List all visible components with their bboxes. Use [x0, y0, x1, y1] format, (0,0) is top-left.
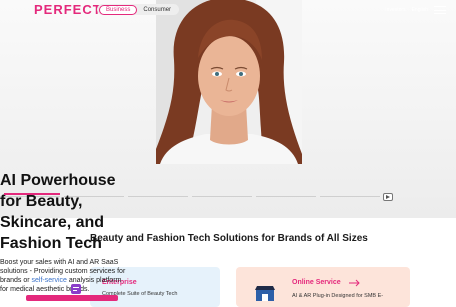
- perfect-logo[interactable]: PERFECT: [34, 2, 102, 17]
- arrow-right-icon: [349, 279, 360, 287]
- investors-link[interactable]: Investors: [385, 7, 405, 13]
- carousel-play-button[interactable]: [383, 193, 393, 201]
- desc-line-1: Boost your sales with AI and AR SaaS: [0, 259, 119, 266]
- desc-line-2: solutions - Providing custom services fo…: [0, 268, 126, 275]
- desc-line-3a: brands or: [0, 277, 32, 284]
- headline-line-2: for Beauty,: [0, 193, 83, 210]
- storefront-icon: [255, 286, 275, 301]
- self-service-link[interactable]: self-service: [32, 277, 67, 284]
- online-service-card-title: Online Service: [292, 279, 341, 286]
- online-service-card[interactable]: Online Service AI & AR Plug-in Designed …: [236, 267, 410, 307]
- headline-accent-underline: [4, 193, 60, 195]
- audience-toggle: Business Consumer: [97, 4, 180, 15]
- consumer-toggle-option[interactable]: Consumer: [137, 6, 177, 14]
- hamburger-menu-icon[interactable]: [434, 6, 446, 14]
- play-icon: [386, 195, 390, 199]
- cta-button-bar[interactable]: [26, 295, 118, 301]
- online-service-card-subtitle: AI & AR Plug-in Designed for SMB E-: [292, 293, 384, 299]
- language-selector[interactable]: English: [412, 7, 428, 13]
- business-toggle-option[interactable]: Business: [99, 4, 138, 15]
- header-right-nav: Investors English: [385, 6, 446, 14]
- carousel-slide-indicator[interactable]: [192, 196, 252, 197]
- headline-line-1: AI Powerhouse: [0, 172, 116, 189]
- hero-headline: AI Powerhouse for Beauty, Skincare, and …: [0, 170, 150, 254]
- chat-widget-icon[interactable]: [70, 283, 82, 295]
- headline-line-4: Fashion Tech: [0, 235, 102, 252]
- carousel-slide-indicator[interactable]: [256, 196, 316, 197]
- carousel-slide-indicator[interactable]: [320, 196, 380, 197]
- hero-portrait-image: [156, 0, 302, 164]
- portrait-illustration: [156, 0, 302, 164]
- headline-line-3: Skincare, and: [0, 214, 105, 231]
